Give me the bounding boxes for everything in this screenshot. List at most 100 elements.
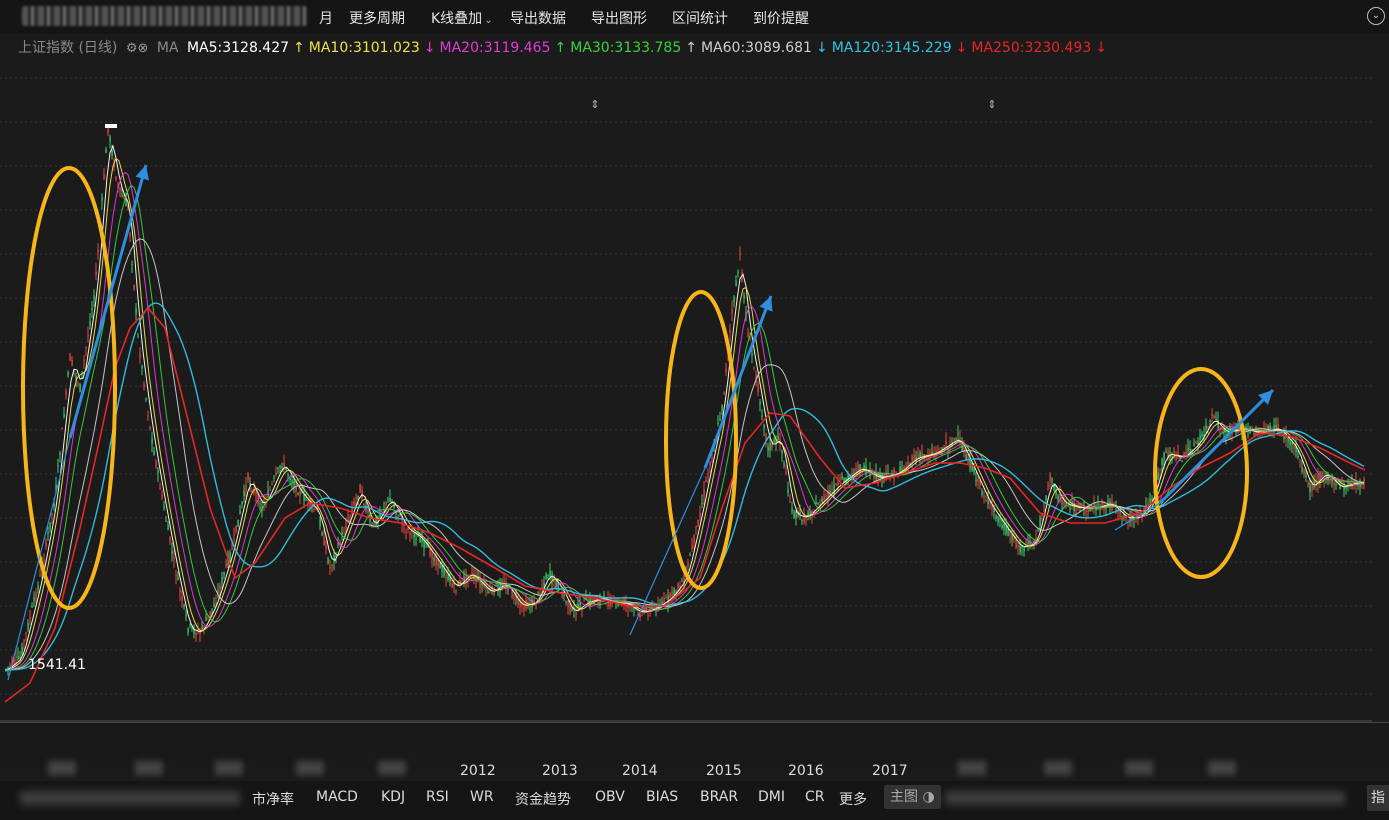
candle-body — [433, 557, 435, 561]
candle-body — [983, 495, 985, 497]
candle-body — [791, 508, 793, 512]
candle-body — [29, 617, 31, 620]
candle-body — [567, 600, 569, 607]
menu-kline-overlay[interactable]: K线叠加 ⌄ — [431, 8, 493, 28]
candle-body — [1277, 423, 1279, 429]
candle-body — [583, 600, 585, 602]
indicator-tab-pb[interactable]: 市净率 — [252, 789, 294, 809]
blurred-year-label — [1208, 761, 1236, 775]
menu-range-stats[interactable]: 区间统计 — [672, 8, 728, 28]
collapse-icon[interactable]: ⌄ — [1367, 7, 1385, 25]
candle-body — [1013, 538, 1015, 540]
candle-body — [27, 623, 29, 630]
candle-body — [435, 559, 437, 566]
indicator-tab-cr[interactable]: CR — [805, 789, 825, 805]
candle-body — [1043, 505, 1045, 507]
main-chart-button[interactable]: 主图 ◑ — [884, 785, 941, 809]
candle-body — [999, 518, 1001, 521]
candle-body — [103, 173, 105, 179]
candle-body — [957, 433, 959, 435]
indicator-tab-bias[interactable]: BIAS — [646, 789, 678, 805]
candle-body — [259, 507, 261, 509]
candle-body — [43, 560, 45, 562]
candle-body — [93, 295, 95, 300]
candle-body — [571, 608, 573, 611]
indicator-tab-rsi[interactable]: RSI — [426, 789, 449, 805]
ma-value: MA60:3089.681 — [700, 40, 812, 56]
candle-body — [163, 506, 165, 509]
menu-export-data[interactable]: 导出数据 — [510, 8, 566, 28]
candle-body — [825, 495, 827, 497]
candle-body — [1085, 510, 1087, 512]
candle-body — [387, 498, 389, 500]
indicator-tab-brar[interactable]: BRAR — [700, 789, 738, 805]
candle-body — [329, 567, 331, 569]
menu-month[interactable]: 月 — [319, 8, 333, 28]
candle-body — [107, 128, 109, 133]
candle-body — [1027, 542, 1029, 544]
indicator-tab-obv[interactable]: OBV — [595, 789, 625, 805]
indicator-tab-macd[interactable]: MACD — [316, 789, 358, 805]
candle-body — [199, 632, 201, 635]
indicator-tab-dmi[interactable]: DMI — [758, 789, 785, 805]
menu-export-image[interactable]: 导出图形 — [591, 8, 647, 28]
candle-body — [109, 136, 111, 142]
candle-body — [183, 604, 185, 607]
drag-handle-icon[interactable]: ⇕ — [987, 98, 996, 111]
drag-handle-icon[interactable]: ⇕ — [590, 98, 599, 111]
candle-body — [917, 453, 919, 458]
candle-body — [313, 508, 315, 510]
chevron-down-icon: ⌄ — [484, 15, 493, 26]
gear-icon[interactable]: ⚙⊗ — [126, 41, 149, 56]
candle-body — [409, 532, 411, 536]
menu-price-alert[interactable]: 到价提醒 — [753, 8, 809, 28]
ma-trend-arrow: ↓ — [955, 40, 968, 56]
candle-body — [213, 604, 215, 608]
candle-body — [1275, 425, 1277, 428]
candle-body — [347, 516, 349, 521]
candle-body — [397, 515, 399, 518]
indicator-side-button[interactable]: 指 — [1367, 785, 1389, 811]
candle-body — [189, 624, 191, 626]
candle-body — [367, 510, 369, 513]
candle-body — [547, 574, 549, 577]
indicator-tab-fund-trend[interactable]: 资金趋势 — [515, 789, 571, 809]
candle-body — [733, 296, 735, 303]
candle-body — [1163, 453, 1165, 461]
candle-body — [1039, 517, 1041, 526]
candle-body — [801, 520, 803, 522]
blurred-year-label — [48, 761, 76, 775]
indicator-tab-kdj[interactable]: KDJ — [381, 789, 405, 805]
candle-body — [1187, 447, 1189, 451]
kline-chart[interactable]: ⇕ ⇕ 1541.41 — [0, 58, 1389, 722]
candle-body — [719, 418, 721, 421]
candle-body — [817, 503, 819, 505]
candle-body — [1303, 469, 1305, 476]
candle-body — [235, 525, 237, 533]
menu-more-periods[interactable]: 更多周期 — [349, 8, 405, 28]
candle-body — [1041, 514, 1043, 517]
candle-body — [359, 484, 361, 493]
candle-body — [763, 424, 765, 429]
candle-body — [157, 470, 159, 474]
indicator-tab-wr[interactable]: WR — [470, 789, 494, 805]
candle-body — [507, 589, 509, 591]
indicator-tab-more[interactable]: 更多 — [839, 789, 867, 809]
candle-body — [1165, 452, 1167, 454]
candle-body — [965, 454, 967, 460]
candle-body — [979, 481, 981, 486]
trend-line-thin — [7, 437, 71, 681]
candle-body — [361, 489, 363, 498]
candle-body — [1157, 472, 1159, 480]
candle-body — [219, 585, 221, 591]
candle-body — [671, 590, 673, 597]
highlight-ellipse — [1153, 367, 1249, 579]
candle-body — [187, 628, 189, 633]
candle-body — [723, 391, 725, 393]
ma-value: MA30:3133.785 — [570, 40, 682, 56]
candle-body — [525, 599, 527, 608]
candle-body — [25, 632, 27, 634]
candle-body — [363, 503, 365, 506]
candle-body — [121, 195, 123, 197]
candle-body — [33, 597, 35, 602]
